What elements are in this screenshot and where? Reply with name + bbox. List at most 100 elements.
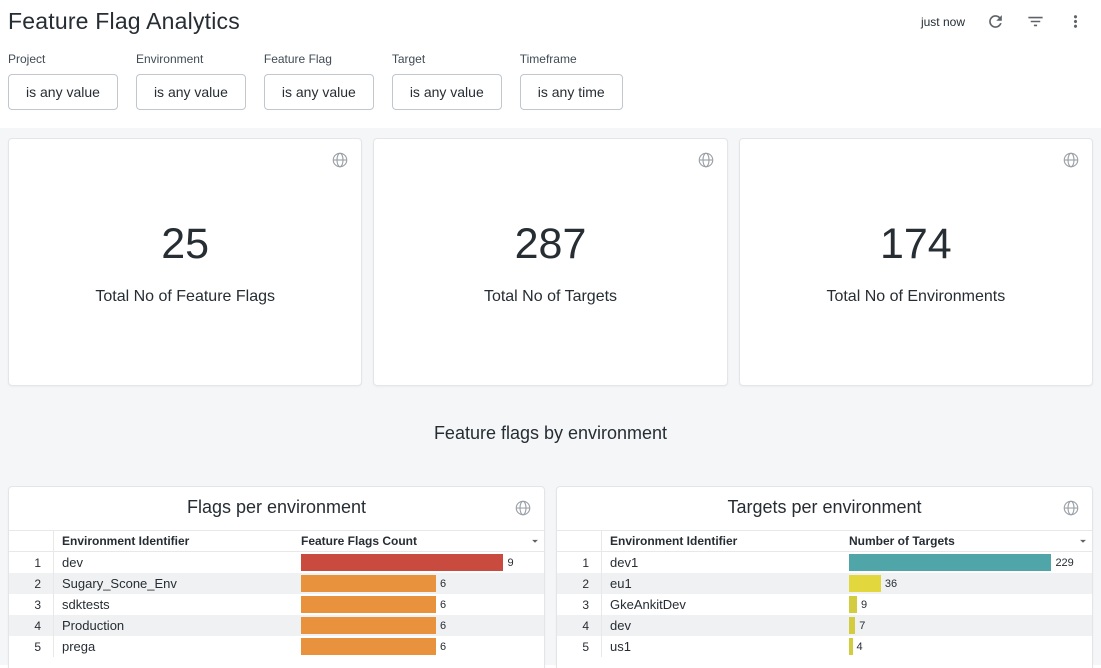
kpi-row: 25 Total No of Feature Flags 287 Total N…: [8, 138, 1093, 386]
column-header-label: Feature Flags Count: [301, 534, 417, 548]
table-card-targets-per-environment: Targets per environment Environment Iden…: [556, 486, 1093, 668]
column-header-value[interactable]: Number of Targets: [849, 531, 1092, 551]
tables-row: Flags per environment Environment Identi…: [8, 486, 1093, 668]
table-card-flags-per-environment: Flags per environment Environment Identi…: [8, 486, 545, 668]
globe-icon[interactable]: [697, 151, 715, 169]
environment-name: Sugary_Scone_Env: [54, 576, 301, 591]
bar-value-label: 4: [857, 641, 863, 653]
table-header: Environment Identifier Number of Targets: [557, 530, 1092, 552]
globe-icon[interactable]: [331, 151, 349, 169]
dashboard-filters-button[interactable]: [1019, 6, 1051, 38]
value-bar[interactable]: [301, 596, 436, 613]
globe-icon[interactable]: [514, 499, 532, 517]
column-header-environment[interactable]: Environment Identifier: [602, 534, 849, 548]
bar-value-label: 9: [507, 557, 513, 569]
column-header-environment[interactable]: Environment Identifier: [54, 534, 301, 548]
bar-cell: 7: [849, 615, 1092, 636]
filter-value-button[interactable]: is any time: [520, 74, 623, 110]
filter-label: Target: [392, 52, 502, 66]
filter-value-button[interactable]: is any value: [392, 74, 502, 110]
kpi-card-feature-flags: 25 Total No of Feature Flags: [8, 138, 362, 386]
bar-value-label: 6: [440, 599, 446, 611]
bar-value-label: 6: [440, 620, 446, 632]
table-row[interactable]: 5us1 4: [557, 636, 1092, 657]
value-bar[interactable]: [849, 596, 857, 613]
value-bar[interactable]: [849, 575, 881, 592]
table-row[interactable]: 3sdktests6: [9, 594, 544, 615]
table-body: 1dev1 229 2eu1 36 3GkeAnkitDev94dev75us1 4: [557, 552, 1092, 657]
bar-value-label: 36: [885, 578, 897, 590]
row-index: 3: [557, 594, 602, 615]
row-index: 1: [9, 552, 54, 573]
environment-name: dev1: [602, 555, 849, 570]
filter-timeframe: Timeframe is any time: [520, 52, 623, 110]
environment-name: dev: [54, 555, 301, 570]
filter-value-button[interactable]: is any value: [136, 74, 246, 110]
table-row[interactable]: 4dev7: [557, 615, 1092, 636]
kpi-value: 287: [515, 223, 587, 266]
dashboard-body: 25 Total No of Feature Flags 287 Total N…: [0, 128, 1101, 665]
kpi-value: 25: [161, 223, 209, 266]
row-index: 2: [9, 573, 54, 594]
kpi-label: Total No of Targets: [484, 288, 617, 306]
dashboard-page: Feature Flag Analytics just now Proje: [0, 0, 1101, 668]
kpi-card-targets: 287 Total No of Targets: [373, 138, 727, 386]
bar-cell: 6: [301, 636, 544, 657]
value-bar[interactable]: [849, 638, 853, 655]
row-index: 5: [557, 636, 602, 657]
table-row[interactable]: 5prega 6: [9, 636, 544, 657]
filter-value-button[interactable]: is any value: [8, 74, 118, 110]
row-index: 1: [557, 552, 602, 573]
environment-name: Production: [54, 618, 301, 633]
bar-cell: 6: [301, 615, 544, 636]
row-index: 5: [9, 636, 54, 657]
bar-value-label: 9: [861, 599, 867, 611]
filter-label: Timeframe: [520, 52, 623, 66]
globe-icon[interactable]: [1062, 151, 1080, 169]
kpi-value: 174: [880, 223, 952, 266]
topbar: Feature Flag Analytics just now: [0, 0, 1101, 40]
value-bar[interactable]: [301, 617, 436, 634]
bar-value-label: 7: [859, 620, 865, 632]
chevron-down-icon[interactable]: [1076, 534, 1090, 548]
bar-cell: 36: [849, 573, 1092, 594]
table-row[interactable]: 2eu1 36: [557, 573, 1092, 594]
kpi-card-environments: 174 Total No of Environments: [739, 138, 1093, 386]
filter-value-button[interactable]: is any value: [264, 74, 374, 110]
bar-value-label: 229: [1055, 557, 1073, 569]
index-column-header: [557, 531, 602, 551]
chevron-down-icon[interactable]: [528, 534, 542, 548]
row-index: 2: [557, 573, 602, 594]
value-bar[interactable]: [301, 554, 503, 571]
table-row[interactable]: 4Production6: [9, 615, 544, 636]
value-bar[interactable]: [849, 554, 1051, 571]
topbar-actions: just now: [921, 6, 1091, 38]
value-bar[interactable]: [301, 638, 436, 655]
filter-project: Project is any value: [8, 52, 118, 110]
more-menu-button[interactable]: [1059, 6, 1091, 38]
kpi-label: Total No of Environments: [826, 288, 1005, 306]
environment-name: prega: [54, 639, 301, 654]
value-bar[interactable]: [849, 617, 855, 634]
table-row[interactable]: 3GkeAnkitDev9: [557, 594, 1092, 615]
filter-environment: Environment is any value: [136, 52, 246, 110]
bar-value-label: 6: [440, 641, 446, 653]
table-row[interactable]: 1dev1 229: [557, 552, 1092, 573]
filter-bar: Project is any value Environment is any …: [0, 40, 1101, 128]
refresh-button[interactable]: [979, 6, 1011, 38]
table-row[interactable]: 1dev 9: [9, 552, 544, 573]
section-title: Feature flags by environment: [8, 423, 1093, 444]
filter-label: Environment: [136, 52, 246, 66]
globe-icon[interactable]: [1062, 499, 1080, 517]
bar-cell: 6: [301, 573, 544, 594]
value-bar[interactable]: [301, 575, 436, 592]
column-header-value[interactable]: Feature Flags Count: [301, 531, 544, 551]
filter-target: Target is any value: [392, 52, 502, 110]
table-row[interactable]: 2Sugary_Scone_Env6: [9, 573, 544, 594]
column-header-label: Number of Targets: [849, 534, 955, 548]
filter-feature-flag: Feature Flag is any value: [264, 52, 374, 110]
environment-name: eu1: [602, 576, 849, 591]
environment-name: us1: [602, 639, 849, 654]
filter-label: Project: [8, 52, 118, 66]
index-column-header: [9, 531, 54, 551]
